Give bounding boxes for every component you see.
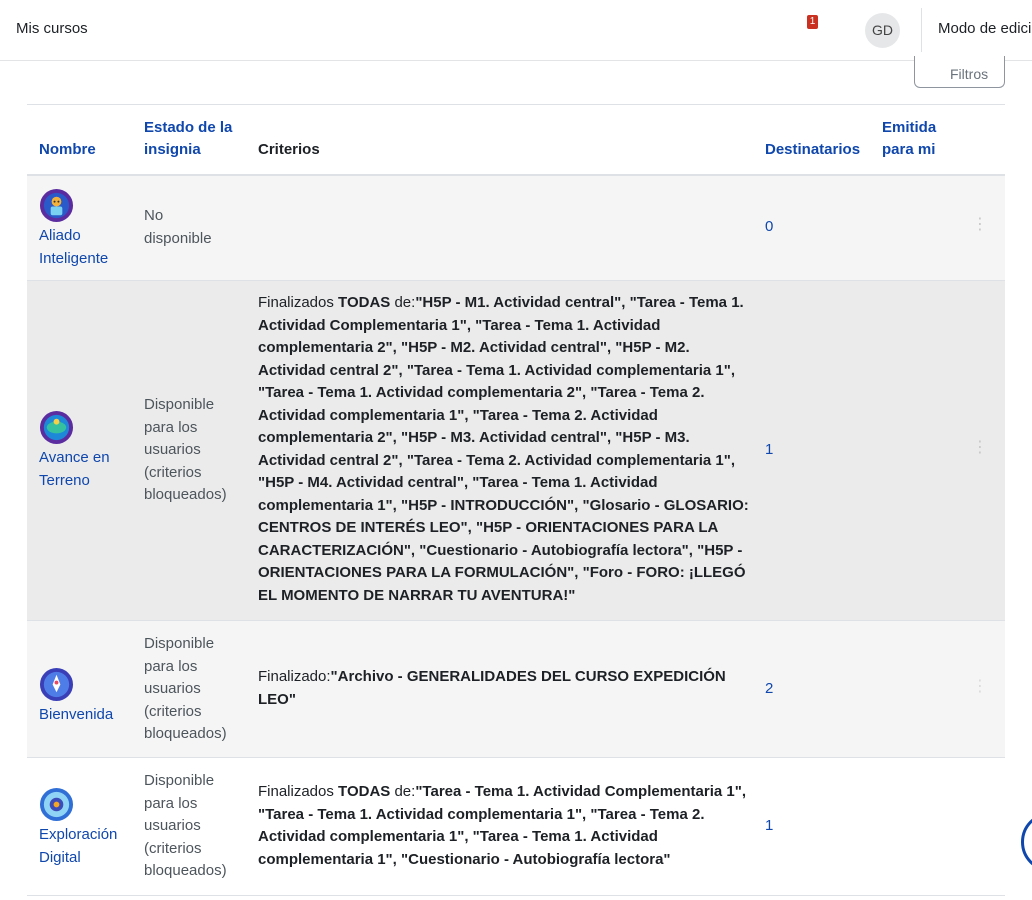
nav-divider: [921, 8, 922, 52]
badge-cell: Exploración Digital: [39, 787, 117, 869]
robot-badge-icon[interactable]: [39, 188, 74, 223]
recipients-count-link[interactable]: 1: [765, 815, 773, 838]
table-row: Bienvenida Disponible para los usuarios …: [27, 621, 1005, 758]
floating-help-button[interactable]: [1021, 812, 1032, 872]
badge-status: No disponible: [144, 205, 244, 250]
status-line: disponible: [144, 229, 212, 247]
table-row: Avance en Terreno Disponible para los us…: [27, 281, 1005, 621]
actions-menu-icon[interactable]: ⋮: [972, 440, 988, 456]
actions-menu-icon[interactable]: ⋮: [972, 679, 988, 695]
criteria-de: de:: [390, 294, 416, 311]
status-line: para los: [144, 794, 198, 812]
badge-status: Disponible para los usuarios (criterios …: [144, 394, 244, 507]
globe-badge-icon[interactable]: [39, 410, 74, 445]
status-line: bloqueados): [144, 725, 227, 742]
edit-mode-toggle-label[interactable]: Modo de edici: [938, 20, 1031, 37]
status-line: Disponible: [144, 772, 215, 789]
badge-status: Disponible para los usuarios (criterios …: [144, 770, 244, 883]
column-header-status-line2: insignia: [144, 141, 201, 158]
badge-name-line1: Avance en: [39, 449, 110, 466]
criteria-de: de:: [390, 783, 416, 800]
badge-criteria: Finalizados TODAS de:"H5P - M1. Activida…: [258, 292, 750, 607]
recipients-count-link[interactable]: 0: [765, 216, 773, 239]
badge-name-line2: Terreno: [39, 471, 90, 489]
status-line: bloqueados): [144, 486, 227, 503]
top-navbar: Mis cursos 1 GD Modo de edici: [0, 0, 1032, 61]
table-header: Nombre Estado de la insignia Criterios D…: [27, 105, 1005, 176]
status-line: bloqueados): [144, 862, 227, 879]
table-row: Exploración Digital Disponible para los …: [27, 758, 1005, 896]
criteria-items: "H5P - M1. Actividad central", "Tarea - …: [258, 294, 749, 604]
criteria-prefix: Finalizado:: [258, 668, 331, 685]
digital-badge-icon[interactable]: [39, 787, 74, 822]
notification-count-badge[interactable]: 1: [807, 15, 818, 29]
status-line: usuarios: [144, 680, 201, 697]
status-line: Disponible: [144, 396, 215, 413]
status-line: (criterios: [144, 463, 202, 481]
status-line: para los: [144, 657, 198, 675]
rocket-badge-icon[interactable]: [39, 667, 74, 702]
badge-status: Disponible para los usuarios (criterios …: [144, 633, 244, 746]
status-line: para los: [144, 418, 198, 436]
status-line: No: [144, 207, 164, 224]
column-header-criteria: Criterios: [258, 141, 320, 158]
status-line: usuarios: [144, 441, 201, 458]
badge-name-link[interactable]: Bienvenida: [39, 704, 113, 727]
badge-cell: Avance en Terreno: [39, 410, 110, 492]
status-line: (criterios: [144, 839, 202, 857]
column-header-name[interactable]: Nombre: [39, 139, 96, 161]
column-header-issued-line2: para mi: [882, 141, 936, 158]
criteria-all: TODAS: [338, 783, 391, 800]
criteria-all: TODAS: [338, 294, 391, 311]
badge-name-link[interactable]: Avance en Terreno: [39, 447, 110, 492]
badge-cell: Bienvenida: [39, 667, 113, 727]
column-header-recipients[interactable]: Destinatarios: [765, 139, 860, 161]
column-header-issued-to-me[interactable]: Emitida para mi: [882, 117, 936, 161]
column-header-status-line1: Estado de la: [144, 119, 233, 136]
criteria-prefix: Finalizados: [258, 783, 339, 800]
recipients-count-link[interactable]: 2: [765, 678, 773, 701]
badge-cell: Aliado Inteligente: [39, 188, 108, 270]
badge-name-line2: Digital: [39, 848, 81, 866]
user-avatar[interactable]: GD: [865, 13, 900, 48]
badge-name-line1: Exploración: [39, 826, 118, 843]
badge-criteria: Finalizado:"Archivo - GENERALIDADES DEL …: [258, 666, 750, 711]
badge-name-link[interactable]: Aliado Inteligente: [39, 225, 108, 270]
status-line: Disponible: [144, 635, 215, 652]
recipients-count-link[interactable]: 1: [765, 439, 773, 462]
status-line: (criterios: [144, 702, 202, 720]
status-line: usuarios: [144, 817, 201, 834]
filters-button[interactable]: Filtros: [914, 56, 1005, 88]
badge-name-link[interactable]: Exploración Digital: [39, 824, 117, 869]
badges-table: Nombre Estado de la insignia Criterios D…: [27, 104, 1005, 896]
column-header-issued-line1: Emitida: [882, 119, 937, 136]
table-row: Aliado Inteligente No disponible 0 ⋮: [27, 176, 1005, 281]
criteria-prefix: Finalizados: [258, 294, 339, 311]
badge-name-line2: Inteligente: [39, 249, 109, 267]
my-courses-link[interactable]: Mis cursos: [16, 20, 88, 37]
column-header-status[interactable]: Estado de la insignia: [144, 117, 232, 161]
badge-criteria: Finalizados TODAS de:"Tarea - Tema 1. Ac…: [258, 781, 750, 871]
badge-name-line1: Aliado: [39, 227, 81, 244]
actions-menu-icon[interactable]: ⋮: [972, 217, 988, 233]
